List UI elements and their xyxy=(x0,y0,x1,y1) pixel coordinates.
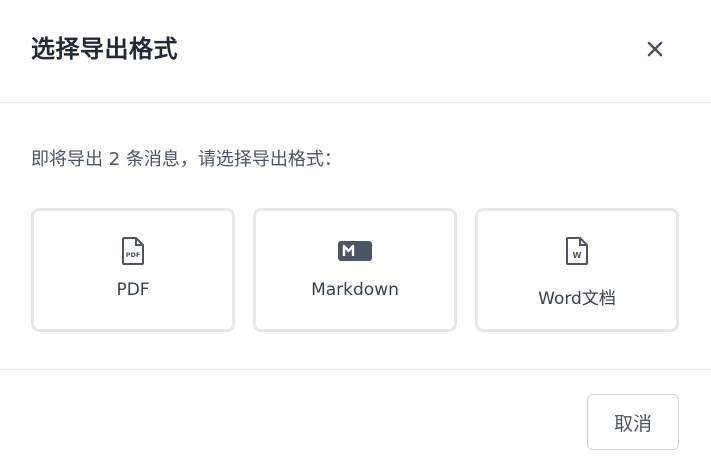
export-message: 即将导出 2 条消息，请选择导出格式： xyxy=(31,149,342,170)
export-option-word[interactable]: W Word文档 xyxy=(475,208,679,332)
markdown-icon xyxy=(338,241,372,261)
svg-text:W: W xyxy=(573,251,582,260)
close-icon xyxy=(647,41,663,57)
option-label-word: Word文档 xyxy=(538,289,616,309)
option-label-pdf: PDF xyxy=(116,280,150,300)
export-format-dialog: 选择导出格式 即将导出 2 条消息，请选择导出格式： PDF PDF Markd… xyxy=(0,0,711,463)
word-file-icon: W xyxy=(566,237,588,265)
svg-text:PDF: PDF xyxy=(126,251,141,259)
cancel-button[interactable]: 取消 xyxy=(587,394,679,450)
dialog-header: 选择导出格式 xyxy=(0,0,711,103)
dialog-title: 选择导出格式 xyxy=(31,35,178,63)
close-button[interactable] xyxy=(640,34,670,64)
option-label-markdown: Markdown xyxy=(311,280,399,300)
pdf-file-icon: PDF xyxy=(122,237,144,265)
dialog-body: 即将导出 2 条消息，请选择导出格式： PDF PDF Markdown W W… xyxy=(0,103,711,370)
export-option-markdown[interactable]: Markdown xyxy=(253,208,457,332)
dialog-footer: 取消 xyxy=(0,370,711,463)
export-option-pdf[interactable]: PDF PDF xyxy=(31,208,235,332)
